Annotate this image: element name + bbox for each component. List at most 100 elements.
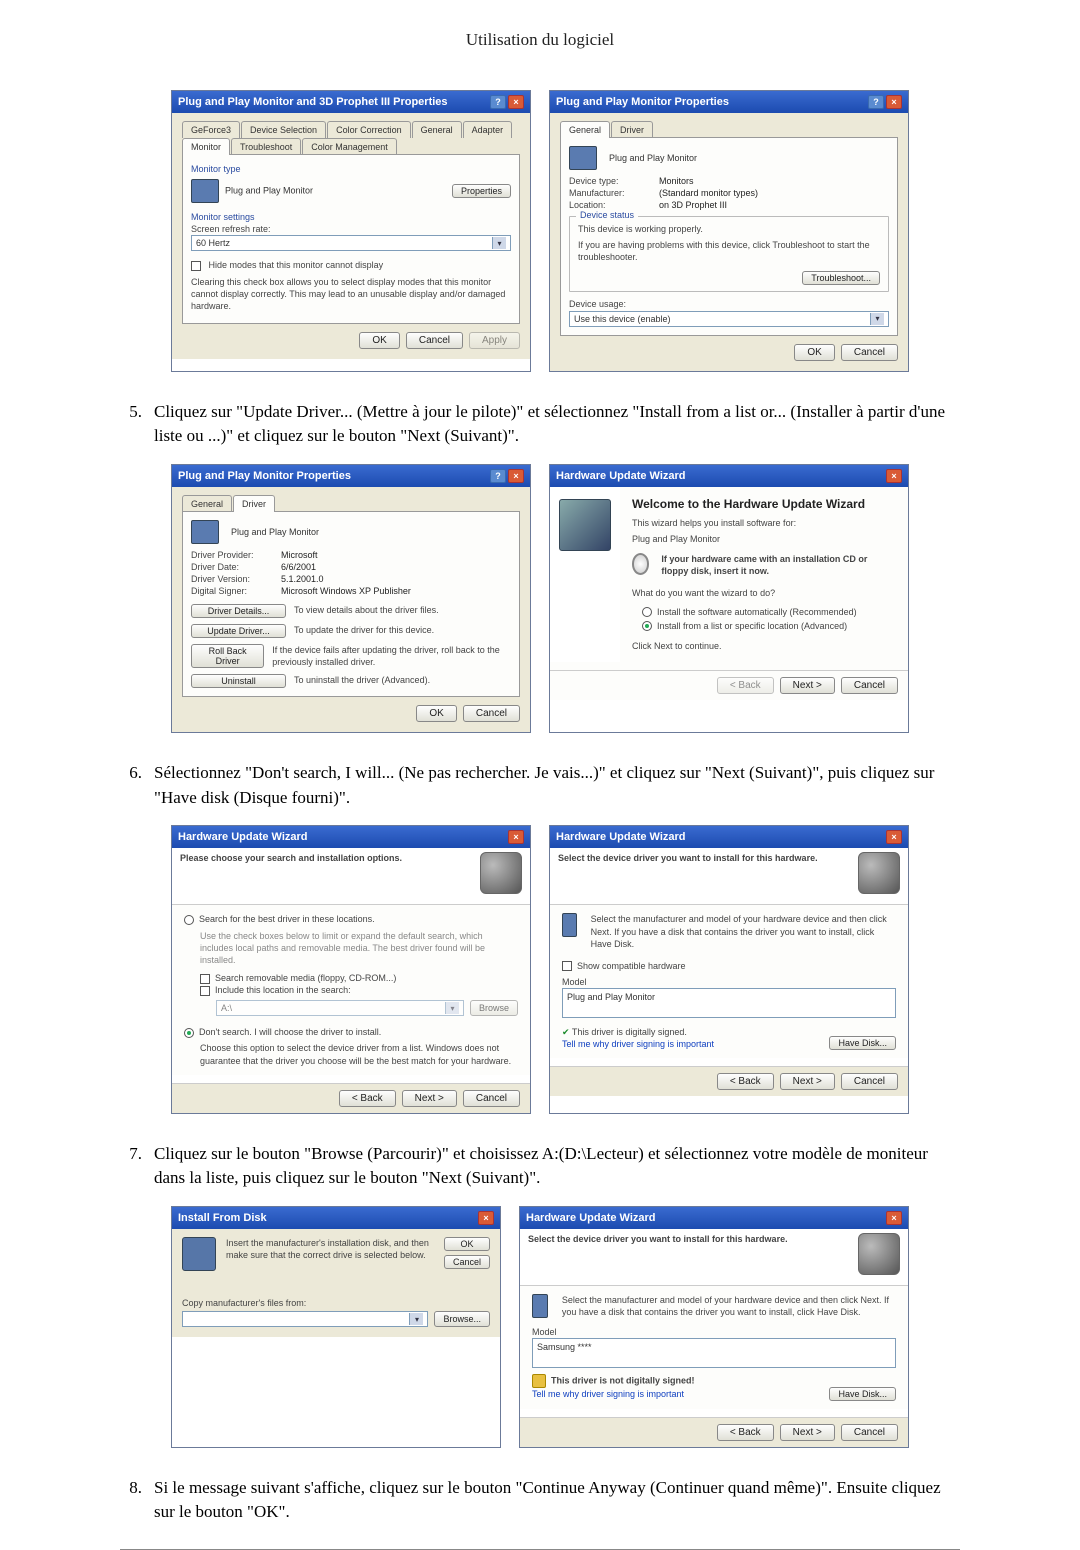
browse-button[interactable]: Browse bbox=[470, 1000, 518, 1016]
monitor-icon bbox=[191, 520, 219, 544]
radio-search[interactable] bbox=[184, 915, 194, 925]
tab-color-mgmt[interactable]: Color Management bbox=[302, 138, 397, 155]
tab-general[interactable]: General bbox=[182, 495, 232, 512]
back-button[interactable]: < Back bbox=[339, 1090, 396, 1107]
close-icon[interactable]: × bbox=[478, 1211, 494, 1225]
back-button[interactable]: < Back bbox=[717, 1073, 774, 1090]
chevron-down-icon: ▾ bbox=[492, 237, 506, 249]
properties-button[interactable]: Properties bbox=[452, 184, 511, 198]
model-header: Model bbox=[562, 976, 896, 988]
wizard-banner-text: Select the device driver you want to ins… bbox=[558, 853, 818, 863]
chk-location[interactable] bbox=[200, 986, 210, 996]
browse-button[interactable]: Browse... bbox=[434, 1311, 490, 1327]
tab-troubleshoot[interactable]: Troubleshoot bbox=[231, 138, 301, 155]
install-from-disk-dialog: Install From Disk × Insert the manufactu… bbox=[171, 1206, 501, 1448]
close-icon[interactable]: × bbox=[886, 1211, 902, 1225]
have-disk-button[interactable]: Have Disk... bbox=[829, 1036, 896, 1050]
back-button[interactable]: < Back bbox=[717, 677, 774, 694]
tell-why-link[interactable]: Tell me why driver signing is important bbox=[532, 1388, 695, 1400]
ok-button[interactable]: OK bbox=[416, 705, 456, 722]
tab-driver[interactable]: Driver bbox=[233, 495, 275, 512]
have-disk-button[interactable]: Have Disk... bbox=[829, 1387, 896, 1401]
wizard-banner-text: Please choose your search and installati… bbox=[180, 853, 402, 863]
next-button[interactable]: Next > bbox=[780, 1424, 835, 1441]
cancel-button[interactable]: Cancel bbox=[463, 1090, 520, 1107]
model-list[interactable]: Samsung **** bbox=[532, 1338, 896, 1368]
hardware-wizard-select-dialog: Hardware Update Wizard × Select the devi… bbox=[549, 825, 909, 1113]
next-button[interactable]: Next > bbox=[780, 1073, 835, 1090]
tab-driver[interactable]: Driver bbox=[611, 121, 653, 138]
uninstall-button[interactable]: Uninstall bbox=[191, 674, 286, 688]
wizard-icon bbox=[858, 1233, 900, 1275]
cancel-button[interactable]: Cancel bbox=[463, 705, 520, 722]
help-icon[interactable]: ? bbox=[490, 95, 506, 109]
chk-removable[interactable] bbox=[200, 974, 210, 984]
tab-general[interactable]: General bbox=[560, 121, 610, 138]
path-input[interactable]: ▾ bbox=[182, 1311, 428, 1327]
tab-general[interactable]: General bbox=[412, 121, 462, 138]
monitor-icon bbox=[191, 179, 219, 203]
close-icon[interactable]: × bbox=[508, 469, 524, 483]
wizard-icon bbox=[559, 499, 611, 551]
opt-dont-search-label: Don't search. I will choose the driver t… bbox=[199, 1027, 381, 1037]
close-icon[interactable]: × bbox=[508, 95, 524, 109]
refresh-rate-label: Screen refresh rate: bbox=[191, 223, 511, 235]
signed-text: This driver is digitally signed. bbox=[572, 1027, 687, 1037]
dialog-title: Hardware Update Wizard bbox=[526, 1212, 656, 1224]
driver-date-value: 6/6/2001 bbox=[281, 562, 316, 572]
help-icon[interactable]: ? bbox=[868, 95, 884, 109]
device-usage-select[interactable]: Use this device (enable) ▾ bbox=[569, 311, 889, 327]
back-button[interactable]: < Back bbox=[717, 1424, 774, 1441]
chk-compatible[interactable] bbox=[562, 961, 572, 971]
tab-geforce3[interactable]: GeForce3 bbox=[182, 121, 240, 138]
wizard-welcome-title: Welcome to the Hardware Update Wizard bbox=[632, 497, 896, 511]
close-icon[interactable]: × bbox=[508, 830, 524, 844]
radio-list[interactable] bbox=[642, 621, 652, 631]
cancel-button[interactable]: Cancel bbox=[841, 344, 898, 361]
tab-monitor[interactable]: Monitor bbox=[182, 138, 230, 155]
apply-button[interactable]: Apply bbox=[469, 332, 520, 349]
digital-signer-value: Microsoft Windows XP Publisher bbox=[281, 586, 411, 596]
cancel-button[interactable]: Cancel bbox=[406, 332, 463, 349]
close-icon[interactable]: × bbox=[886, 469, 902, 483]
ok-button[interactable]: OK bbox=[359, 332, 399, 349]
close-icon[interactable]: × bbox=[886, 830, 902, 844]
opt-dont-search-desc: Choose this option to select the device … bbox=[200, 1042, 518, 1066]
close-icon[interactable]: × bbox=[886, 95, 902, 109]
cancel-button[interactable]: Cancel bbox=[841, 677, 898, 694]
step-7: 7. Cliquez sur le bouton "Browse (Parcou… bbox=[120, 1142, 960, 1191]
dialog-title: Plug and Play Monitor and 3D Prophet III… bbox=[178, 96, 448, 108]
hide-modes-checkbox[interactable] bbox=[191, 261, 201, 271]
copy-from-label: Copy manufacturer's files from: bbox=[182, 1297, 490, 1309]
device-usage-value: Use this device (enable) bbox=[574, 314, 671, 324]
driver-details-button[interactable]: Driver Details... bbox=[191, 604, 286, 618]
update-driver-button[interactable]: Update Driver... bbox=[191, 624, 286, 638]
next-button[interactable]: Next > bbox=[402, 1090, 457, 1107]
location-input[interactable]: A:\▾ bbox=[216, 1000, 464, 1016]
location-label: Location: bbox=[569, 200, 659, 210]
cancel-button[interactable]: Cancel bbox=[841, 1424, 898, 1441]
troubleshoot-button[interactable]: Troubleshoot... bbox=[802, 271, 880, 285]
next-button[interactable]: Next > bbox=[780, 677, 835, 694]
cancel-button[interactable]: Cancel bbox=[444, 1255, 490, 1269]
opt-search-desc: Use the check boxes below to limit or ex… bbox=[200, 930, 518, 966]
tab-device-selection[interactable]: Device Selection bbox=[241, 121, 326, 138]
step-text: Cliquez sur le bouton "Browse (Parcourir… bbox=[154, 1142, 960, 1191]
hardware-wizard-welcome-dialog: Hardware Update Wizard × Welcome to the … bbox=[549, 464, 909, 733]
dialog-title: Install From Disk bbox=[178, 1212, 267, 1224]
select-desc: Select the manufacturer and model of you… bbox=[562, 1294, 896, 1318]
model-list[interactable]: Plug and Play Monitor bbox=[562, 988, 896, 1018]
rollback-driver-desc: If the device fails after updating the d… bbox=[272, 644, 511, 668]
radio-auto[interactable] bbox=[642, 607, 652, 617]
rollback-driver-button[interactable]: Roll Back Driver bbox=[191, 644, 264, 668]
tell-why-link[interactable]: Tell me why driver signing is important bbox=[562, 1038, 714, 1050]
ok-button[interactable]: OK bbox=[794, 344, 834, 361]
tab-adapter[interactable]: Adapter bbox=[463, 121, 513, 138]
radio-dont-search[interactable] bbox=[184, 1028, 194, 1038]
help-icon[interactable]: ? bbox=[490, 469, 506, 483]
ok-button[interactable]: OK bbox=[444, 1237, 490, 1251]
refresh-rate-select[interactable]: 60 Hertz ▾ bbox=[191, 235, 511, 251]
tabs: GeForce3 Device Selection Color Correcti… bbox=[182, 121, 520, 155]
cancel-button[interactable]: Cancel bbox=[841, 1073, 898, 1090]
tab-color-correction[interactable]: Color Correction bbox=[327, 121, 411, 138]
